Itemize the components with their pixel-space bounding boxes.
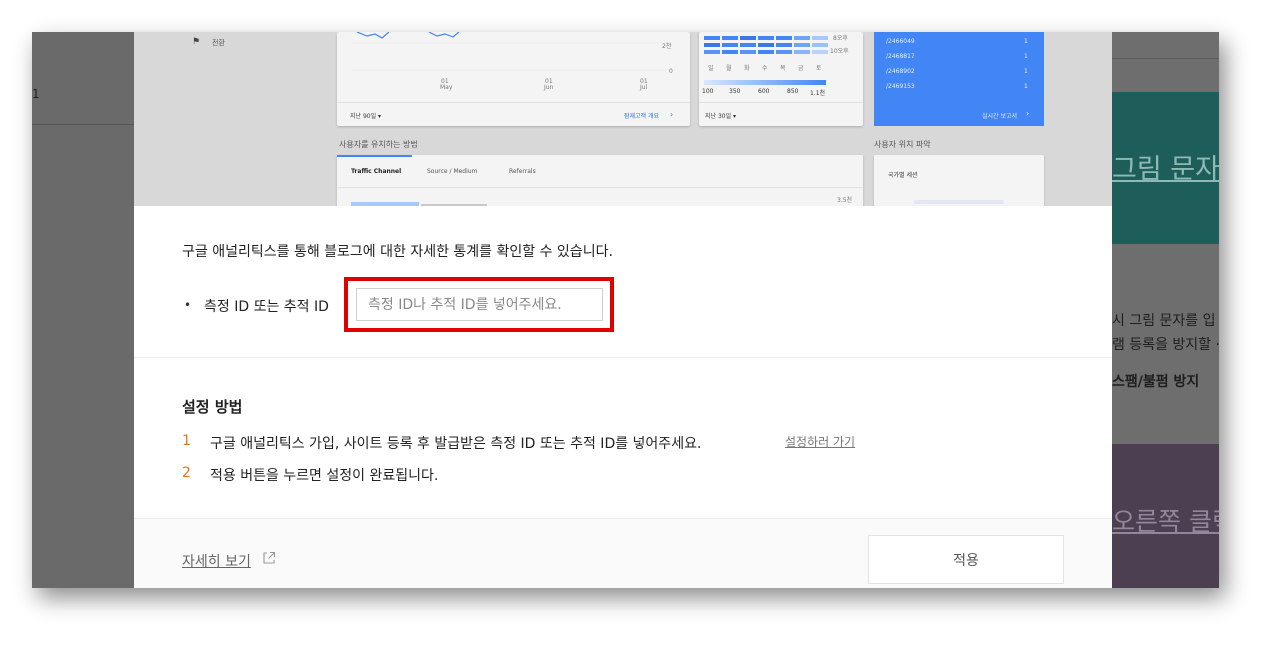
card-divider	[699, 102, 863, 103]
background-left-marker: 1	[32, 87, 40, 101]
background-divider	[1112, 58, 1219, 59]
intro-text: 구글 애널리틱스를 통해 블로그에 대한 자세한 통계를 확인할 수 있습니다.	[182, 244, 613, 260]
background-text-line: 시 그림 문자를 입	[1112, 313, 1216, 329]
sparkline-chart	[352, 32, 667, 71]
heatmap-day-label: 월	[726, 65, 732, 72]
date-range-dropdown: 지난 90일 ▾	[350, 113, 382, 120]
audience-overview-link: 잠재고객 개요	[624, 113, 660, 120]
realtime-path: /2468902	[886, 68, 915, 75]
howto-title: 설정 방법	[182, 398, 243, 416]
legend-tick: 1.1천	[810, 90, 826, 97]
x-tick-month: Jul	[640, 84, 648, 91]
step-text: 적용 버튼을 누르면 설정이 완료됩니다.	[210, 468, 439, 484]
card-divider	[337, 102, 690, 103]
acquisition-section-title: 사용자를 유치하는 방법	[339, 140, 418, 149]
panel-footer: 자세히 보기 적용	[134, 518, 1112, 588]
tracking-id-input[interactable]	[356, 288, 603, 321]
bullet-marker: •	[184, 298, 192, 312]
heatmap-day-label: 화	[744, 65, 750, 72]
heatmap-grid	[704, 36, 828, 56]
card-divider	[337, 187, 863, 188]
legend-tick: 350	[729, 88, 741, 95]
realtime-path: /2468817	[886, 53, 915, 60]
chevron-right-icon: ›	[670, 110, 674, 119]
location-card: 국가별 세션	[874, 155, 1044, 206]
sessions-by-country-label: 국가별 세션	[888, 172, 918, 179]
heatmap-row-label: 10오후	[830, 48, 849, 55]
active-tab-indicator	[337, 155, 412, 157]
heatmap-day-label: 토	[816, 65, 822, 72]
section-divider	[134, 357, 1112, 358]
chevron-right-icon: ›	[1026, 109, 1030, 118]
step-number: 1	[182, 433, 191, 449]
background-purple-card-title: 오른쪽 클릭	[1112, 507, 1219, 536]
background-text-line: 램 등록을 방지할 ·	[1112, 337, 1219, 353]
realtime-card: /2466049 1 /2468817 1 /2468902 1 /246915…	[874, 32, 1044, 126]
setup-link[interactable]: 설정하러 가기	[785, 433, 855, 450]
realtime-count: 1	[1024, 53, 1028, 60]
external-link-icon[interactable]	[262, 551, 276, 565]
x-tick-month: Jun	[544, 84, 554, 91]
realtime-path: /2466049	[886, 38, 915, 45]
screenshot-frame: 1 그림 문자 시 그림 문자를 입 램 등록을 방지할 · 스팸/불펌 방지 …	[32, 32, 1219, 588]
background-left-panel	[32, 32, 135, 588]
heatmap-row-label: 8오후	[833, 35, 848, 42]
realtime-count: 1	[1024, 83, 1028, 90]
heatmap-card: 8오후 10오후 일 월 화 수 목 금 토 100 350 600 850 1…	[699, 32, 863, 126]
step-text: 구글 애널리틱스 가입, 사이트 등록 후 발급받은 측정 ID 또는 추적 I…	[210, 436, 702, 452]
y-tick-label: 0	[669, 68, 673, 75]
tab-referrals: Referrals	[509, 168, 536, 175]
heatmap-day-label: 일	[708, 65, 714, 72]
analytics-settings-panel: 구글 애널리틱스를 통해 블로그에 대한 자세한 통계를 확인할 수 있습니다.…	[134, 206, 1112, 588]
audience-chart-card: 2천 0 01 May 01 Jun 01 Jul 지난 90일 ▾ 잠재고객 …	[337, 32, 690, 126]
realtime-path: /2469153	[886, 83, 915, 90]
x-tick-month: May	[440, 84, 453, 91]
date-range-dropdown: 지난 30일 ▾	[705, 113, 737, 120]
y-tick-label: 2천	[662, 43, 672, 50]
step-number: 2	[182, 465, 191, 481]
legend-tick: 600	[758, 88, 770, 95]
realtime-count: 1	[1024, 38, 1028, 45]
realtime-count: 1	[1024, 68, 1028, 75]
heatmap-day-label: 목	[780, 65, 786, 72]
realtime-report-link: 실시간 보고서	[982, 113, 1018, 120]
sidebar-item-conversions: 전환	[212, 39, 225, 47]
tracking-id-label: 측정 ID 또는 추적 ID	[204, 299, 329, 315]
acquisition-card: Traffic Channel Source / Medium Referral…	[337, 155, 863, 206]
location-section-title: 사용자 위치 파악	[874, 140, 931, 149]
learn-more-link[interactable]: 자세히 보기	[182, 551, 251, 571]
legend-tick: 100	[702, 88, 714, 95]
heatmap-legend	[704, 80, 826, 85]
axis-tick: 3.5천	[837, 197, 853, 204]
background-teal-card-title: 그림 문자	[1112, 154, 1219, 185]
tab-source-medium: Source / Medium	[427, 168, 478, 175]
background-divider	[32, 124, 135, 125]
legend-tick: 850	[787, 88, 799, 95]
heatmap-day-label: 금	[798, 65, 804, 72]
analytics-dashboard-preview: ⚑ 전환 2천 0 01 May 01 Jun 01 Jul 지난 90일 ▾ …	[134, 32, 1112, 206]
background-text-heading: 스팸/불펌 방지	[1112, 374, 1200, 390]
apply-button[interactable]: 적용	[868, 535, 1064, 584]
tab-traffic-channel: Traffic Channel	[351, 168, 402, 175]
heatmap-day-label: 수	[762, 65, 768, 72]
flag-icon: ⚑	[192, 37, 201, 47]
world-map	[914, 200, 1004, 204]
